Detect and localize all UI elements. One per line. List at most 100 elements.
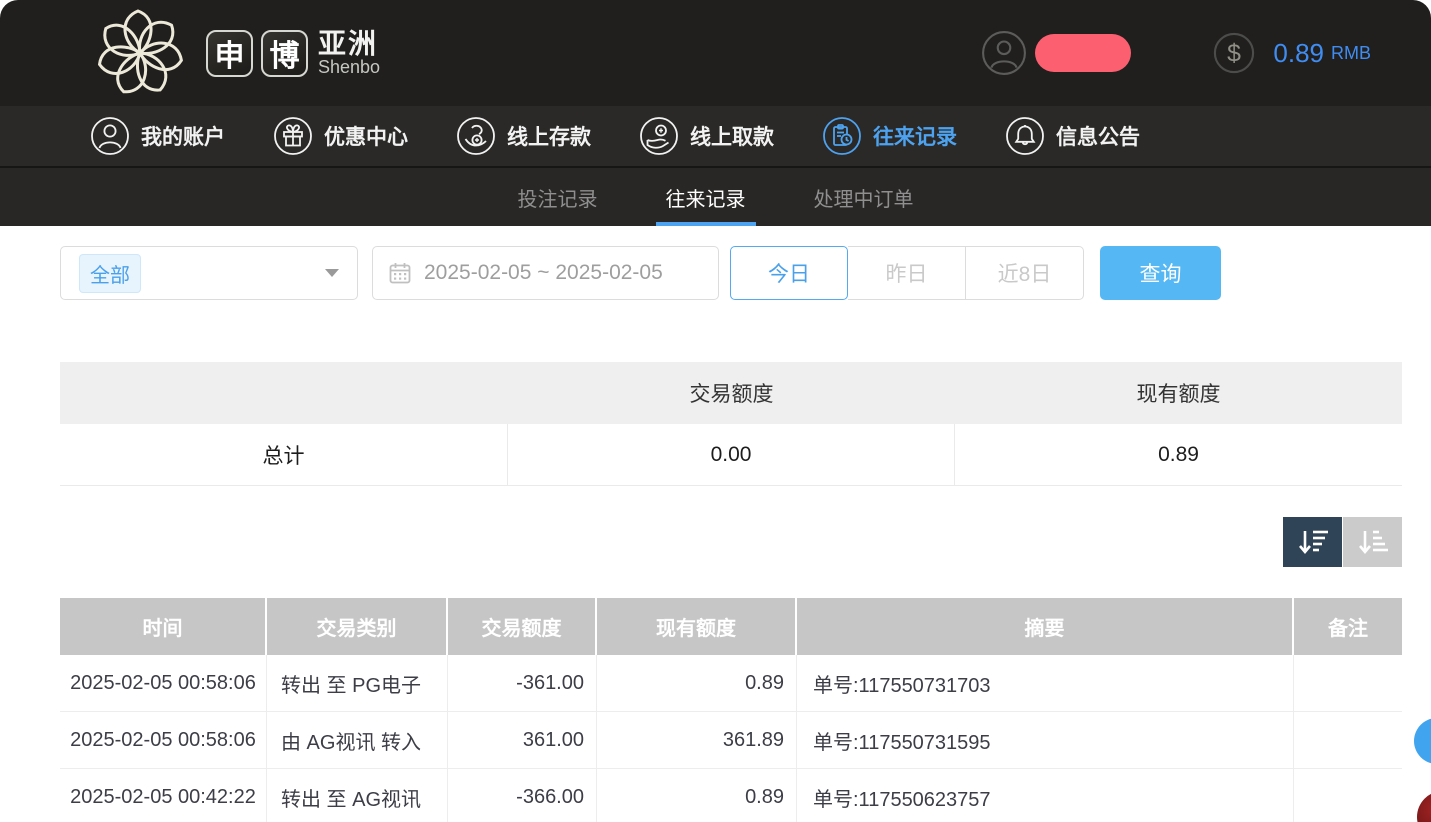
tab-label: 投注记录 [518, 183, 598, 212]
nav-item-label: 我的账户 [141, 121, 225, 151]
nav-item-transaction-records[interactable]: 往来记录 [822, 116, 957, 156]
cell-time: 2025-02-05 00:58:06 [60, 712, 267, 768]
dollar-coin-icon: $ [1213, 32, 1255, 74]
nav-item-deposit[interactable]: 线上存款 [456, 116, 591, 156]
top-header: 申 博 亚洲 Shenbo $ 0.89 RMB [0, 0, 1431, 106]
quick-button-label: 近8日 [998, 258, 1052, 288]
floating-service-button[interactable] [1414, 718, 1431, 764]
sort-descending-button[interactable] [1283, 517, 1342, 567]
brand-logo[interactable]: 申 博 亚洲 Shenbo [88, 3, 380, 103]
cell-type: 转出 至 PG电子 [267, 655, 448, 711]
balance-currency: RMB [1331, 43, 1371, 64]
main-navigation: 我的账户 优惠中心 线上存款 [0, 106, 1431, 166]
nav-item-label: 线上存款 [507, 121, 591, 151]
cell-type: 转出 至 AG视讯 [267, 769, 448, 822]
tab-betting-records[interactable]: 投注记录 [508, 168, 608, 226]
table-row: 2025-02-05 00:58:06 由 AG视讯 转入 361.00 361… [60, 712, 1402, 769]
cell-summary: 单号:117550731703 [797, 655, 1294, 711]
header-type: 交易类别 [267, 598, 448, 655]
cell-note [1294, 655, 1402, 711]
brand-characters: 申 博 [206, 30, 308, 77]
nav-item-label: 往来记录 [873, 121, 957, 151]
calendar-icon [388, 261, 412, 285]
header-amount: 交易额度 [448, 598, 597, 655]
date-range-input[interactable]: 2025-02-05 ~ 2025-02-05 [372, 246, 719, 300]
date-range-value: 2025-02-05 ~ 2025-02-05 [424, 261, 663, 285]
header-balance: 现有额度 [597, 598, 797, 655]
sort-descending-icon [1296, 527, 1330, 557]
cell-summary: 单号:117550731595 [797, 712, 1294, 768]
balance-display[interactable]: $ 0.89 RMB [1213, 32, 1371, 74]
header-note: 备注 [1294, 598, 1402, 655]
records-icon [822, 116, 862, 156]
gift-icon [273, 116, 313, 156]
summary-total-row: 总计 0.00 0.89 [60, 424, 1402, 486]
balance-amount: 0.89 [1273, 38, 1324, 69]
withdraw-icon [639, 116, 679, 156]
cell-note [1294, 769, 1402, 822]
chevron-down-icon [325, 269, 339, 277]
nav-item-my-account[interactable]: 我的账户 [90, 116, 225, 156]
tab-label: 处理中订单 [814, 183, 914, 212]
cell-balance: 361.89 [597, 712, 797, 768]
table-row: 2025-02-05 00:42:22 转出 至 AG视讯 -366.00 0.… [60, 769, 1402, 822]
summary-header-row: 交易额度 现有额度 [60, 362, 1402, 424]
brand-latin-text: Shenbo [318, 58, 380, 77]
nav-item-announcements[interactable]: 信息公告 [1005, 116, 1140, 156]
account-icon [90, 116, 130, 156]
cell-time: 2025-02-05 00:42:22 [60, 769, 267, 822]
tab-label: 往来记录 [666, 183, 746, 212]
quick-button-label: 今日 [768, 258, 810, 288]
brand-char-box: 申 [206, 30, 253, 77]
brand-region-text: 亚洲 [318, 29, 380, 58]
svg-text:$: $ [1227, 41, 1241, 68]
user-avatar-icon[interactable] [981, 30, 1027, 76]
cell-time: 2025-02-05 00:58:06 [60, 655, 267, 711]
summary-table: 交易额度 现有额度 总计 0.00 0.89 [60, 362, 1402, 486]
type-filter-select[interactable]: 全部 [60, 246, 358, 300]
nav-item-label: 线上取款 [690, 121, 774, 151]
nav-item-promotions[interactable]: 优惠中心 [273, 116, 408, 156]
sort-ascending-button[interactable] [1343, 517, 1402, 567]
records-table: 时间 交易类别 交易额度 现有额度 摘要 备注 2025-02-05 00:58… [60, 598, 1402, 822]
header-time: 时间 [60, 598, 267, 655]
cell-balance: 0.89 [597, 769, 797, 822]
cell-balance: 0.89 [597, 655, 797, 711]
summary-corner-cell [60, 362, 508, 424]
tab-processing-orders[interactable]: 处理中订单 [804, 168, 924, 226]
summary-header-trade: 交易额度 [508, 362, 955, 424]
record-tabs: 投注记录 往来记录 处理中订单 [0, 166, 1431, 226]
selected-type-chip[interactable]: 全部 [79, 254, 141, 293]
active-tab-underline [656, 222, 756, 226]
page: 申 博 亚洲 Shenbo $ 0.89 RMB [0, 0, 1431, 822]
floating-help-button[interactable] [1417, 791, 1431, 822]
sort-ascending-icon [1356, 527, 1390, 557]
flower-logo-icon [88, 3, 192, 103]
nav-item-label: 优惠中心 [324, 121, 408, 151]
quick-button-label: 昨日 [886, 258, 928, 288]
cell-summary: 单号:117550623757 [797, 769, 1294, 822]
summary-balance-total: 0.89 [955, 424, 1402, 485]
yesterday-button[interactable]: 昨日 [848, 246, 966, 300]
summary-total-label: 总计 [60, 424, 508, 485]
records-header-row: 时间 交易类别 交易额度 现有额度 摘要 备注 [60, 598, 1402, 655]
summary-trade-total: 0.00 [508, 424, 955, 485]
cell-amount: 361.00 [448, 712, 597, 768]
tab-transaction-records[interactable]: 往来记录 [656, 168, 756, 226]
today-button[interactable]: 今日 [730, 246, 848, 300]
brand-char-box: 博 [261, 30, 308, 77]
nav-item-withdraw[interactable]: 线上取款 [639, 116, 774, 156]
table-row: 2025-02-05 00:58:06 转出 至 PG电子 -361.00 0.… [60, 655, 1402, 712]
search-button[interactable]: 查询 [1100, 246, 1221, 300]
summary-header-balance: 现有额度 [955, 362, 1402, 424]
sort-controls [1283, 517, 1402, 567]
cell-amount: -361.00 [448, 655, 597, 711]
cell-note [1294, 712, 1402, 768]
last-8-days-button[interactable]: 近8日 [966, 246, 1084, 300]
cell-type: 由 AG视讯 转入 [267, 712, 448, 768]
header-summary: 摘要 [797, 598, 1294, 655]
bell-icon [1005, 116, 1045, 156]
deposit-icon [456, 116, 496, 156]
nav-item-label: 信息公告 [1056, 121, 1140, 151]
username-redacted [1035, 34, 1131, 72]
